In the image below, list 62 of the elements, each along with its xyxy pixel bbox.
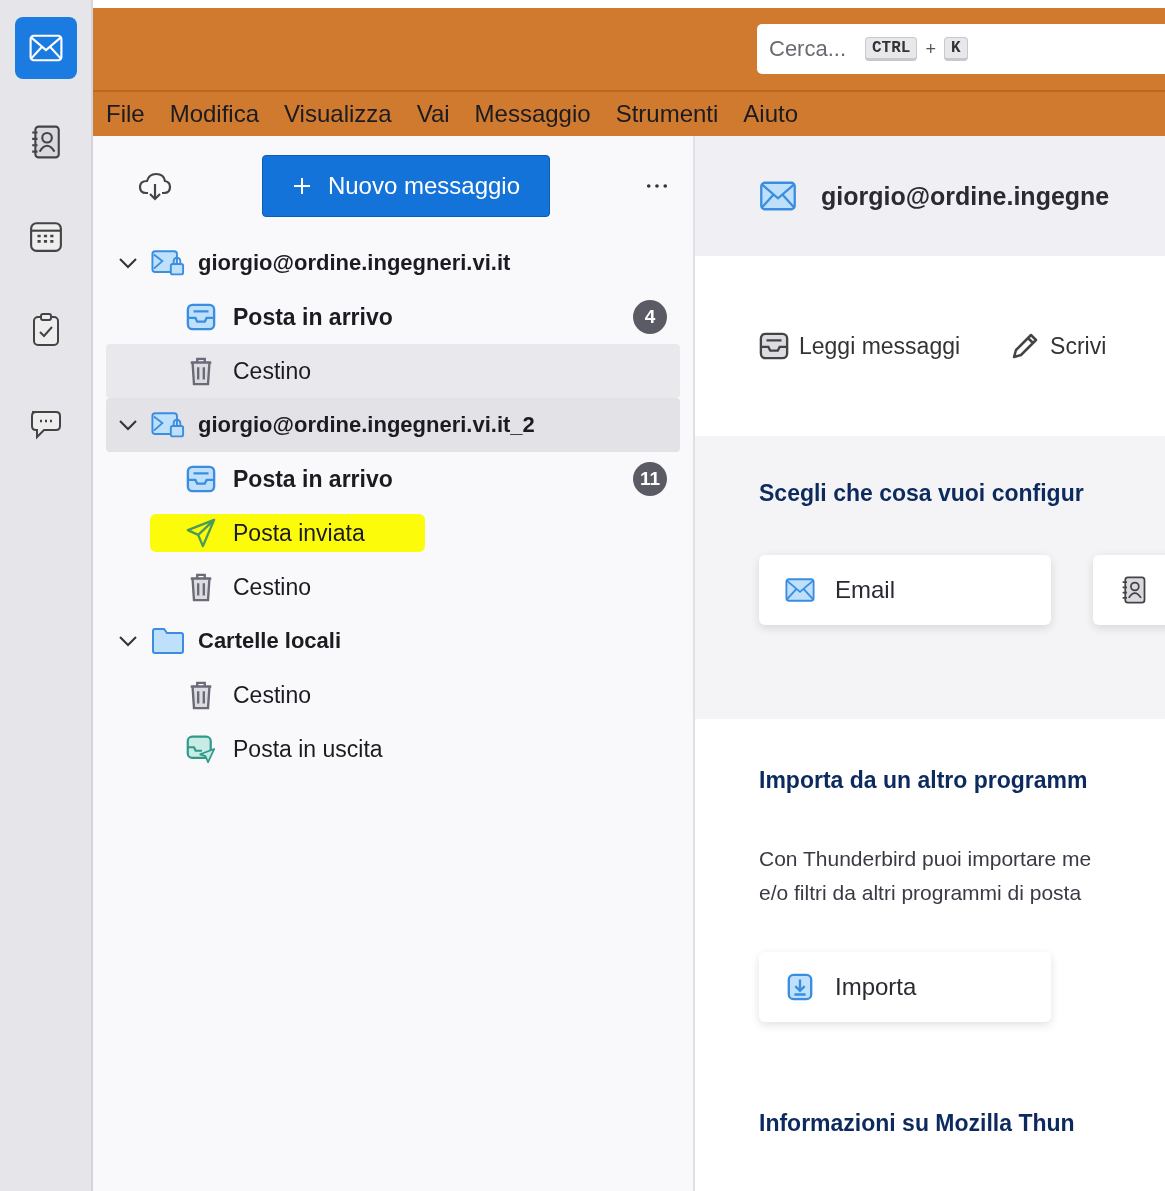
folder-name: Posta inviata: [233, 519, 365, 547]
account-row[interactable]: Cartelle locali: [106, 614, 680, 668]
folder-row[interactable]: Posta in arrivo 4: [106, 290, 680, 344]
outbox-icon: [186, 734, 216, 764]
folder-row[interactable]: Cestino: [106, 344, 680, 398]
paper-plane-icon: [186, 518, 216, 548]
folder-row[interactable]: Posta in uscita: [106, 722, 680, 776]
section-heading: Scegli che cosa vuoi configur: [759, 480, 1085, 507]
folder-row[interactable]: Posta inviata: [106, 506, 680, 560]
more-options-icon[interactable]: [646, 183, 668, 189]
inbox-tray-icon: [186, 302, 216, 332]
import-button[interactable]: Importa: [759, 952, 1051, 1022]
inbox-tray-icon: [186, 464, 216, 494]
account-row[interactable]: giorgio@ordine.ingegneri.vi.it_2: [106, 398, 680, 452]
menu-item[interactable]: Vai: [416, 100, 450, 128]
mail-account-icon: [151, 411, 185, 439]
folder-name: Cestino: [233, 357, 311, 385]
folder-row[interactable]: Cestino: [106, 668, 680, 722]
mail-account-icon: [151, 249, 185, 277]
envelope-icon: [785, 576, 815, 604]
menu-item[interactable]: Messaggio: [474, 100, 591, 128]
account-row[interactable]: giorgio@ordine.ingegneri.vi.it: [106, 236, 680, 290]
unread-count-badge: 11: [633, 462, 667, 496]
setup-card-button[interactable]: Email: [759, 555, 1051, 625]
menu-item[interactable]: Visualizza: [284, 100, 392, 128]
space-button[interactable]: [14, 17, 77, 79]
description-text-line: e/o filtri da altri programmi di posta: [759, 880, 1083, 906]
menu-item[interactable]: File: [106, 100, 145, 128]
folder-name: Cestino: [233, 681, 311, 709]
chevron-icon[interactable]: [118, 419, 138, 431]
folder-row[interactable]: Cestino: [106, 560, 680, 614]
account-name: giorgio@ordine.ingegneri.vi.it_2: [198, 412, 535, 438]
account-title: giorgio@ordine.ingegne: [821, 181, 1110, 211]
menu-item[interactable]: Modifica: [169, 100, 260, 128]
chevron-icon[interactable]: [118, 635, 138, 647]
action-button[interactable]: Leggi messaggi: [759, 331, 961, 361]
keyboard-key: K: [943, 37, 968, 61]
new-message-button[interactable]: Nuovo messaggio: [262, 155, 550, 217]
description-text-line: Con Thunderbird puoi importare me: [759, 846, 1093, 872]
chevron-icon[interactable]: [118, 257, 138, 269]
import-icon: [785, 973, 815, 1001]
envelope-icon: [759, 181, 797, 211]
folder-name: Posta in arrivo: [233, 465, 393, 493]
section-heading: Informazioni su Mozilla Thun: [759, 1110, 1076, 1137]
plus-icon: [291, 176, 312, 196]
calendar-icon: [28, 219, 63, 253]
folder-name: Posta in arrivo: [233, 303, 393, 331]
folder-name: Cestino: [233, 573, 311, 601]
account-name: Cartelle locali: [198, 628, 342, 654]
plus-sign: +: [925, 38, 936, 60]
cloud-download-icon[interactable]: [138, 171, 172, 201]
action-button[interactable]: Scrivi: [1010, 331, 1107, 361]
account-name: giorgio@ordine.ingegneri.vi.it: [198, 250, 511, 276]
inbox-tray-icon: [759, 331, 789, 361]
menu-item[interactable]: Strumenti: [615, 100, 719, 128]
unread-count-badge: 4: [633, 300, 667, 334]
folder-name: Posta in uscita: [233, 735, 383, 763]
section-heading: Importa da un altro programm: [759, 767, 1089, 794]
folder-icon: [151, 627, 185, 655]
menu-item[interactable]: Aiuto: [743, 100, 799, 128]
folder-row[interactable]: Posta in arrivo 11: [106, 452, 680, 506]
keyboard-key: CTRL: [865, 37, 918, 61]
